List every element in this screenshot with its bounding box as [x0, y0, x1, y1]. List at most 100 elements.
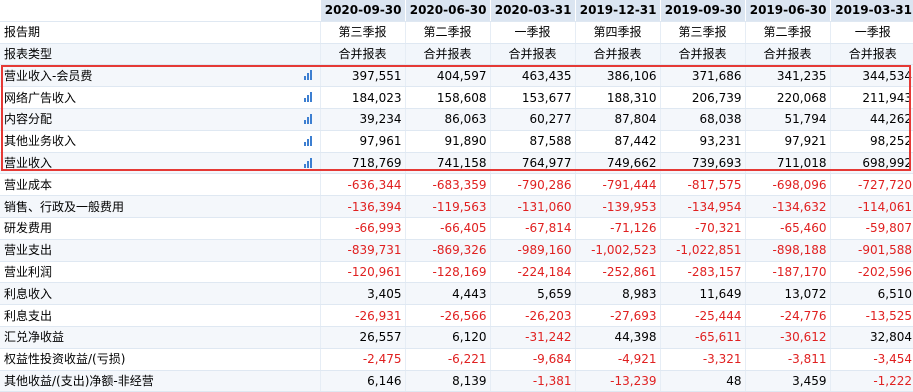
value-cell: 158,608 [404, 86, 490, 109]
table-row: 网络广告收入 184,023 158,608 153,677 188,310 206,73… [0, 86, 913, 109]
report-period-cell: 第四季报 [574, 21, 660, 44]
value-cell: 698,992 [829, 152, 913, 175]
report-period-cell: 第三季报 [659, 21, 745, 44]
column-header-date[interactable]: 2019-06-30 [744, 0, 830, 22]
row-label: 营业成本 [0, 173, 320, 197]
table-row: 权益性投资收益/(亏损) -2,475 -6,221 -9,684 -4,921 -3,3… [0, 348, 913, 371]
value-cell: 13,072 [744, 282, 830, 306]
value-cell: 5,659 [489, 282, 575, 306]
value-cell: -134,954 [659, 195, 745, 218]
income-statement-table: 2020-09-30 2020-06-30 2020-03-31 2019-12… [0, 0, 913, 392]
row-label: 利息支出 [0, 304, 320, 327]
row-label-text: 营业支出 [4, 243, 53, 258]
value-cell: -13,239 [574, 370, 660, 392]
value-cell: 711,018 [744, 152, 830, 175]
row-label: 研发费用 [0, 217, 320, 240]
value-cell: 87,588 [489, 130, 575, 153]
value-cell: -901,588 [829, 239, 913, 262]
value-cell: 153,677 [489, 86, 575, 109]
value-cell: -114,061 [829, 195, 913, 218]
column-header-date[interactable]: 2020-09-30 [319, 0, 405, 22]
row-label-text: 营业收入-会员费 [4, 68, 93, 83]
table-row: 销售、行政及一般费用 -136,394 -119,563 -131,060 -139,9… [0, 195, 913, 218]
report-type-cell: 合并报表 [404, 43, 490, 66]
value-cell: -224,184 [489, 261, 575, 284]
table-row: 营业利润 -120,961 -128,169 -224,184 -252,861 -283… [0, 261, 913, 284]
table-row: 营业成本 -636,344 -683,359 -790,286 -791,444 -817… [0, 173, 913, 197]
report-type-cell: 合并报表 [574, 43, 660, 66]
value-cell: -70,321 [659, 217, 745, 240]
value-cell: -13,525 [829, 304, 913, 327]
bar-chart-icon[interactable] [303, 113, 314, 124]
report-period-cell: 一季报 [829, 21, 913, 44]
bar-chart-icon[interactable] [303, 92, 314, 103]
value-cell: -24,776 [744, 304, 830, 327]
value-cell: 8,139 [404, 370, 490, 392]
value-cell: 341,235 [744, 64, 830, 88]
row-label: 报告期 [0, 21, 320, 44]
row-label: 网络广告收入 [0, 86, 320, 109]
value-cell: 8,983 [574, 282, 660, 306]
value-cell: 93,231 [659, 130, 745, 153]
value-cell: -1,002,523 [574, 239, 660, 262]
row-label-text: 销售、行政及一般费用 [4, 199, 125, 214]
value-cell: -3,454 [829, 348, 913, 371]
row-label-text: 权益性投资收益/(亏损) [4, 352, 126, 367]
column-header-date[interactable]: 2020-06-30 [404, 0, 490, 22]
column-header-date[interactable]: 2020-03-31 [489, 0, 575, 22]
value-cell: -790,286 [489, 173, 575, 197]
value-cell: 68,038 [659, 108, 745, 131]
row-label: 其他业务收入 [0, 130, 320, 153]
value-cell: -1,022,851 [659, 239, 745, 262]
row-label: 营业收入-会员费 [0, 64, 320, 88]
value-cell: -66,993 [319, 217, 405, 240]
value-cell: 6,510 [829, 282, 913, 306]
value-cell: 97,921 [744, 130, 830, 153]
report-period-cell: 第二季报 [404, 21, 490, 44]
value-cell: 51,794 [744, 108, 830, 131]
report-type-cell: 合并报表 [829, 43, 913, 66]
value-cell: 344,534 [829, 64, 913, 88]
value-cell: 26,557 [319, 326, 405, 349]
table-row: 其他收益/(支出)净额-非经营 6,146 8,139 -1,381 -13,239 48… [0, 370, 913, 392]
value-cell: 3,459 [744, 370, 830, 392]
value-cell: -187,170 [744, 261, 830, 284]
row-label: 汇兑净收益 [0, 326, 320, 349]
report-period-row: 报告期 第三季报 第二季报 一季报 第四季报 第三季报 第二季报 一季报 [0, 21, 913, 44]
value-cell: -65,611 [659, 326, 745, 349]
value-cell: 386,106 [574, 64, 660, 88]
bar-chart-icon[interactable] [303, 70, 314, 81]
value-cell: -727,720 [829, 173, 913, 197]
value-cell: -791,444 [574, 173, 660, 197]
value-cell: 60,277 [489, 108, 575, 131]
value-cell: -869,326 [404, 239, 490, 262]
value-cell: -66,405 [404, 217, 490, 240]
value-cell: 4,443 [404, 282, 490, 306]
value-cell: -202,596 [829, 261, 913, 284]
value-cell: 749,662 [574, 152, 660, 175]
value-cell: -3,321 [659, 348, 745, 371]
value-cell: -2,475 [319, 348, 405, 371]
table-row: 营业支出 -839,731 -869,326 -989,160 -1,002,523 -1… [0, 239, 913, 262]
row-label: 其他收益/(支出)净额-非经营 [0, 370, 320, 392]
value-cell: -3,811 [744, 348, 830, 371]
bar-chart-icon[interactable] [303, 157, 314, 168]
bar-chart-icon[interactable] [303, 135, 314, 146]
value-cell: -283,157 [659, 261, 745, 284]
value-cell: 97,961 [319, 130, 405, 153]
value-cell: 91,890 [404, 130, 490, 153]
value-cell: -119,563 [404, 195, 490, 218]
value-cell: 211,943 [829, 86, 913, 109]
column-header-date[interactable]: 2019-03-31 [829, 0, 913, 22]
row-label-text: 研发费用 [4, 221, 53, 236]
row-label-text: 营业收入 [4, 155, 53, 170]
row-label-text: 利息收入 [4, 286, 53, 301]
report-period-cell: 第三季报 [319, 21, 405, 44]
value-cell: -131,060 [489, 195, 575, 218]
header-row: 2020-09-30 2020-06-30 2020-03-31 2019-12… [0, 0, 913, 22]
column-header-date[interactable]: 2019-12-31 [574, 0, 660, 22]
value-cell: -9,684 [489, 348, 575, 371]
column-header-date[interactable]: 2019-09-30 [659, 0, 745, 22]
value-cell: 404,597 [404, 64, 490, 88]
value-cell: 44,262 [829, 108, 913, 131]
